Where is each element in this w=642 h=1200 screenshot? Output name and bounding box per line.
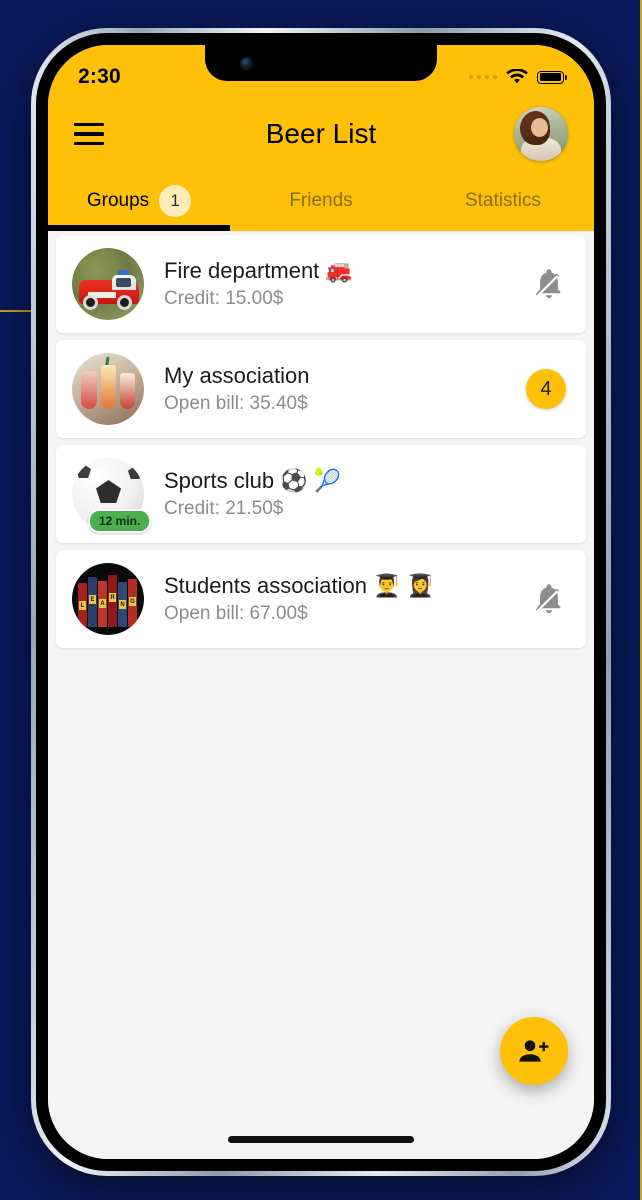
phone-bezel: 2:30 Beer List Groups 1 Friends Statisti… <box>36 33 606 1171</box>
list-item[interactable]: 12 min. Sports club ⚽ 🎾 Credit: 21.50$ <box>56 445 586 543</box>
group-subtitle: Open bill: 67.00$ <box>164 603 308 624</box>
tab-groups-label: Groups <box>86 190 150 211</box>
tab-friends[interactable]: Friends <box>230 171 412 231</box>
time-badge: 12 min. <box>88 509 152 533</box>
list-item[interactable]: Fire department 🚒 Credit: 15.00$ <box>56 235 586 333</box>
group-title: Sports club ⚽ 🎾 <box>164 468 342 493</box>
tab-groups-badge: 1 <box>159 185 192 217</box>
list-item[interactable]: L E A R N G Students association 👨‍🎓 👩‍🎓… <box>56 550 586 648</box>
group-title: My association <box>164 363 310 388</box>
bell-off-icon[interactable] <box>532 582 566 616</box>
hamburger-menu-icon[interactable] <box>74 122 104 146</box>
group-subtitle: Open bill: 35.40$ <box>164 393 308 414</box>
group-thumbnail <box>72 248 144 320</box>
page-title: Beer List <box>265 118 377 149</box>
battery-full-icon <box>537 70 568 84</box>
signal-dots-icon <box>468 74 497 80</box>
person-add-icon <box>519 1040 549 1062</box>
bell-off-icon[interactable] <box>532 267 566 301</box>
group-subtitle: Credit: 15.00$ <box>164 288 284 309</box>
unread-count-badge[interactable]: 4 <box>526 369 566 409</box>
group-thumbnail: 12 min. <box>72 458 152 533</box>
tab-statistics-label: Statistics <box>464 190 542 211</box>
notch <box>205 45 437 81</box>
user-avatar[interactable] <box>514 107 568 161</box>
status-indicators <box>468 69 568 85</box>
status-clock: 2:30 <box>78 65 121 88</box>
group-thumbnail <box>72 353 144 425</box>
phone-frame: 2:30 Beer List Groups 1 Friends Statisti… <box>31 28 611 1176</box>
tab-groups[interactable]: Groups 1 <box>48 171 230 231</box>
group-info: My association Open bill: 35.40$ <box>164 363 526 415</box>
group-info: Fire department 🚒 Credit: 15.00$ <box>164 258 532 310</box>
front-camera-icon <box>241 58 252 69</box>
tab-bar: Groups 1 Friends Statistics <box>48 171 594 231</box>
add-group-button[interactable] <box>500 1017 568 1085</box>
app-bar: Beer List <box>48 97 594 171</box>
group-thumbnail: L E A R N G <box>72 563 144 635</box>
list-item[interactable]: My association Open bill: 35.40$ 4 <box>56 340 586 438</box>
tab-friends-label: Friends <box>289 190 353 211</box>
group-list[interactable]: Fire department 🚒 Credit: 15.00$ My asso… <box>48 231 594 1159</box>
group-subtitle: Credit: 21.50$ <box>164 498 284 519</box>
group-info: Sports club ⚽ 🎾 Credit: 21.50$ <box>164 468 566 520</box>
wifi-icon <box>506 69 528 84</box>
home-indicator <box>228 1136 414 1143</box>
phone-screen: 2:30 Beer List Groups 1 Friends Statisti… <box>48 45 594 1159</box>
group-info: Students association 👨‍🎓 👩‍🎓 Open bill: … <box>164 573 532 625</box>
tab-statistics[interactable]: Statistics <box>412 171 594 231</box>
group-title: Students association 👨‍🎓 👩‍🎓 <box>164 573 435 598</box>
group-title: Fire department 🚒 <box>164 258 353 283</box>
